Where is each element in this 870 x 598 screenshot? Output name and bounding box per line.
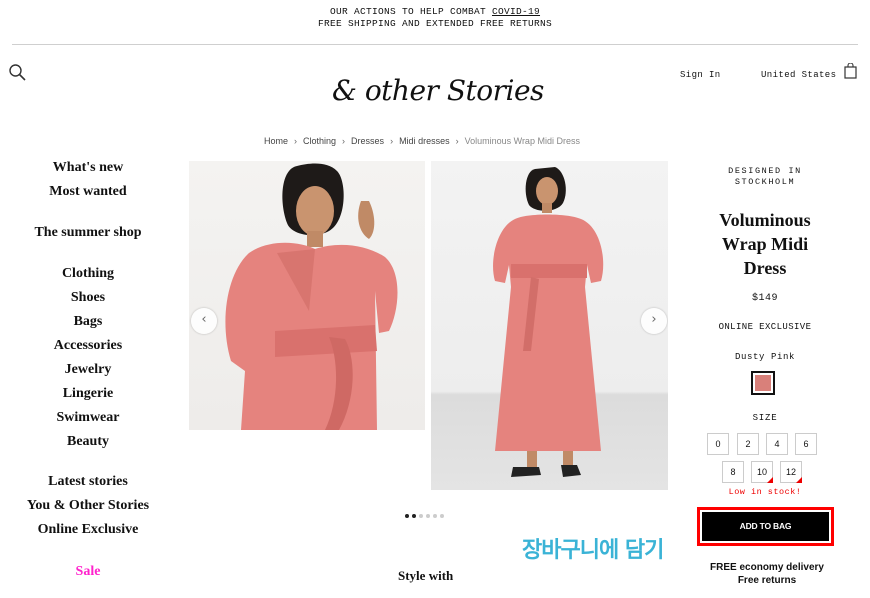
product-image-full[interactable]: › <box>431 161 668 490</box>
nav-beauty[interactable]: Beauty <box>0 430 176 454</box>
nav-most-wanted[interactable]: Most wanted <box>0 180 176 204</box>
product-title: Voluminous Wrap Midi Dress <box>719 210 811 278</box>
breadcrumb-current: Voluminous Wrap Midi Dress <box>464 136 580 146</box>
color-name: Dusty Pink <box>734 352 795 362</box>
gallery-next-button[interactable]: › <box>641 308 667 334</box>
nav-shoes[interactable]: Shoes <box>0 286 176 310</box>
banner-line-2: FREE SHIPPING AND EXTENDED FREE RETURNS <box>317 18 553 29</box>
nav-you-and-other-stories[interactable]: You & Other Stories <box>0 494 176 518</box>
gallery-dot[interactable] <box>412 514 416 518</box>
chevron-right-icon: › <box>342 136 346 146</box>
chevron-right-icon: › <box>294 136 298 146</box>
shipping-line-1: FREE economy delivery <box>710 562 824 573</box>
covid-link[interactable]: COVID-19 <box>492 6 540 17</box>
promo-banner: OUR ACTIONS TO HELP COMBAT COVID-19 FREE… <box>0 6 870 30</box>
breadcrumb-clothing[interactable]: Clothing <box>303 136 336 146</box>
size-label-text: 6 <box>803 439 809 449</box>
size-12-button[interactable]: 12 <box>780 461 802 483</box>
chevron-right-icon: › <box>455 136 459 146</box>
size-4-button[interactable]: 4 <box>766 433 788 455</box>
brand-logo[interactable]: & other Stories <box>332 74 544 114</box>
add-to-bag-highlight: ADD TO BAG <box>697 507 834 546</box>
online-exclusive-label: ONLINE EXCLUSIVE <box>718 322 812 332</box>
model-full-illustration <box>493 167 604 477</box>
add-to-bag-button[interactable]: ADD TO BAG <box>702 512 829 541</box>
nav-group-stories: Latest stories You & Other Stories Onlin… <box>0 470 176 542</box>
designed-in-label: DESIGNED IN STOCKHOLM <box>700 166 830 188</box>
size-8-button[interactable]: 8 <box>722 461 744 483</box>
country-selector[interactable]: United States <box>761 70 836 80</box>
nav-accessories[interactable]: Accessories <box>0 334 176 358</box>
nav-clothing[interactable]: Clothing <box>0 262 176 286</box>
gallery-dot[interactable] <box>433 514 437 518</box>
nav-online-exclusive[interactable]: Online Exclusive <box>0 518 176 542</box>
banner-line-1: OUR ACTIONS TO HELP COMBAT COVID-19 <box>0 6 870 18</box>
size-label-text: 4 <box>774 439 780 449</box>
size-label-text: 0 <box>715 439 721 449</box>
designed-line-1: DESIGNED IN <box>728 166 802 176</box>
designed-line-2: STOCKHOLM <box>734 177 796 187</box>
size-label-text: 2 <box>745 439 751 449</box>
product-image-closeup[interactable]: ‹ <box>189 161 425 430</box>
low-stock-marker <box>796 477 802 483</box>
size-label-text: 10 <box>756 467 767 477</box>
size-label-text: 12 <box>785 467 796 477</box>
sign-in-link[interactable]: Sign In <box>680 70 721 80</box>
low-stock-marker <box>767 477 773 483</box>
search-icon[interactable] <box>8 63 28 83</box>
nav-sale[interactable]: Sale <box>0 560 176 584</box>
gallery-dot[interactable] <box>419 514 423 518</box>
size-label: SIZE <box>752 413 778 423</box>
style-with-heading: Style with <box>398 568 454 583</box>
gallery-pagination <box>405 505 447 518</box>
shipping-line-2: Free returns <box>737 575 797 586</box>
breadcrumb-home[interactable]: Home <box>264 136 288 146</box>
breadcrumb-midi-dresses[interactable]: Midi dresses <box>399 136 450 146</box>
swatch-fill <box>755 375 771 391</box>
nav-group-sale: Sale <box>0 560 176 584</box>
size-2-button[interactable]: 2 <box>737 433 759 455</box>
model-closeup-illustration <box>225 163 398 430</box>
chevron-right-icon: › <box>390 136 394 146</box>
nav-lingerie[interactable]: Lingerie <box>0 382 176 406</box>
annotation-add-to-cart: 장바구니에 담기 <box>522 538 664 563</box>
product-price: $149 <box>751 293 778 304</box>
nav-swimwear[interactable]: Swimwear <box>0 406 176 430</box>
nav-jewelry[interactable]: Jewelry <box>0 358 176 382</box>
gallery-dot[interactable] <box>440 514 444 518</box>
nav-group-new: What's new Most wanted <box>0 156 176 204</box>
nav-bags[interactable]: Bags <box>0 310 176 334</box>
shopping-bag-icon[interactable] <box>844 63 857 79</box>
size-0-button[interactable]: 0 <box>707 433 729 455</box>
breadcrumb-dresses[interactable]: Dresses <box>351 136 384 146</box>
nav-group-categories: Clothing Shoes Bags Accessories Jewelry … <box>0 262 176 454</box>
banner-text: OUR ACTIONS TO HELP COMBAT <box>329 6 492 17</box>
breadcrumb: Home › Clothing › Dresses › Midi dresses › Volum… <box>264 136 580 146</box>
gallery-prev-button[interactable]: ‹ <box>191 308 217 334</box>
size-label-text: 8 <box>730 467 736 477</box>
gallery-dot[interactable] <box>426 514 430 518</box>
banner-divider <box>12 44 858 45</box>
size-6-button[interactable]: 6 <box>795 433 817 455</box>
gallery-dot[interactable] <box>405 514 409 518</box>
nav-whats-new[interactable]: What's new <box>0 156 176 180</box>
low-stock-notice: Low in stock! <box>728 487 802 497</box>
nav-latest-stories[interactable]: Latest stories <box>0 470 176 494</box>
nav-group-summer: The summer shop <box>0 221 176 245</box>
nav-summer-shop[interactable]: The summer shop <box>0 221 176 245</box>
shipping-info: FREE economy delivery Free returns <box>700 561 834 587</box>
color-swatch-dusty-pink[interactable] <box>751 371 775 395</box>
size-10-button[interactable]: 10 <box>751 461 773 483</box>
